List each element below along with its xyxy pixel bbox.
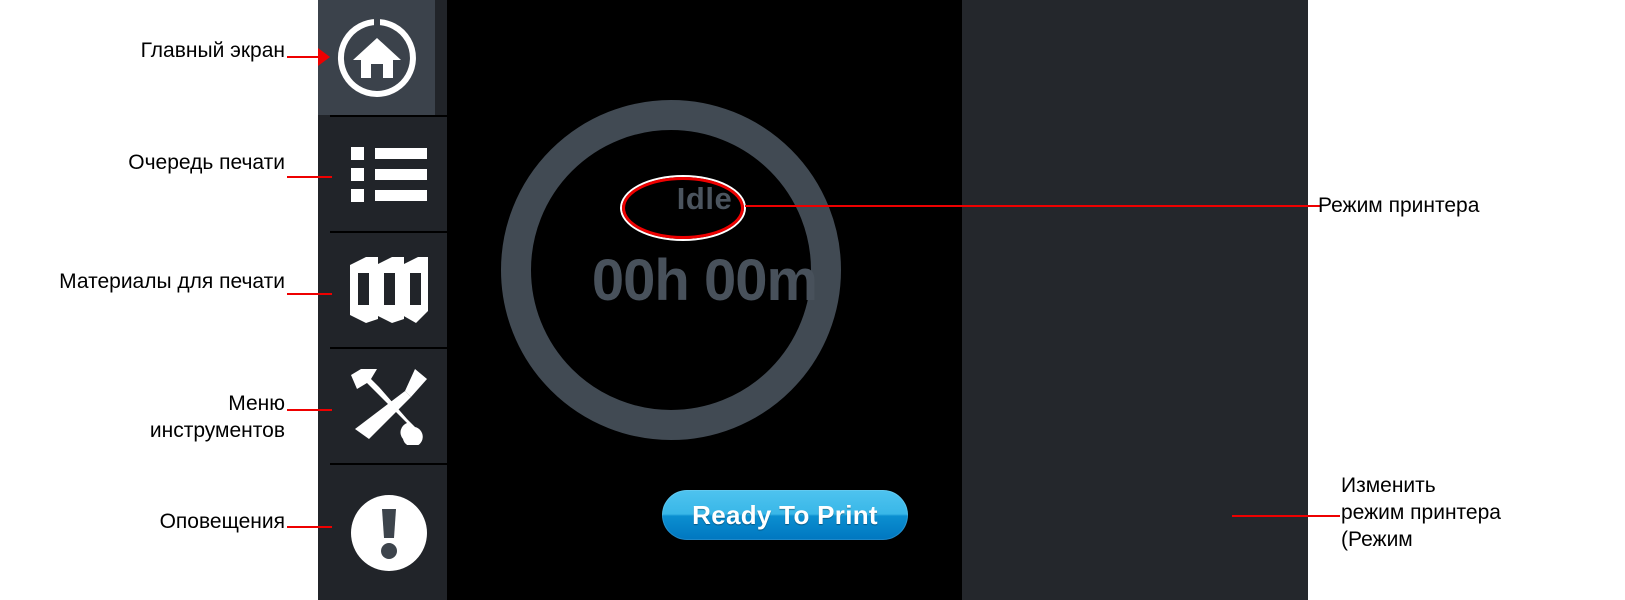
- annotation-print-queue: Очередь печати: [128, 151, 285, 174]
- print-time-remaining: 00h 00m: [591, 248, 818, 313]
- sidebar-item-alerts[interactable]: [330, 465, 447, 600]
- idle-highlight-ellipse: [622, 177, 744, 239]
- printer-touchscreen: Idle 00h 00m Ready To Print: [318, 0, 1308, 600]
- home-icon: [335, 16, 419, 100]
- list-icon: [350, 143, 427, 205]
- ready-to-print-button[interactable]: Ready To Print: [662, 490, 908, 540]
- annotation-tools: Меню инструментов: [149, 392, 285, 442]
- leader-line-printer-mode: [745, 205, 1320, 207]
- annotation-change-printer-mode: Изменить режим принтера (Режим: [1341, 474, 1501, 551]
- leader-line-change-mode: [1232, 515, 1340, 517]
- leader-line-tools: [287, 409, 332, 411]
- annotation-printer-mode: Режим принтера: [1318, 194, 1480, 217]
- leader-arrow-home: [318, 48, 330, 66]
- sidebar-item-materials[interactable]: [330, 233, 447, 347]
- leader-line-materials: [287, 293, 332, 295]
- sidebar-item-print-queue[interactable]: [330, 117, 447, 231]
- leader-line-home: [287, 56, 320, 58]
- material-spool-icon: [348, 255, 430, 325]
- tools-icon: [349, 367, 429, 445]
- annotation-alerts: Оповещения: [159, 510, 285, 533]
- annotation-materials: Материалы для печати: [59, 270, 285, 293]
- annotation-home: Главный экран: [140, 39, 285, 62]
- screenshot-root: Idle 00h 00m Ready To Print Главный экра…: [0, 0, 1625, 600]
- sidebar-item-tools[interactable]: [330, 349, 447, 463]
- alert-exclamation-icon: [350, 494, 428, 572]
- leader-line-print-queue: [287, 176, 332, 178]
- sidebar-item-home[interactable]: [318, 0, 435, 115]
- right-panel: [962, 0, 1308, 600]
- sidebar: [318, 0, 447, 600]
- leader-line-alerts: [287, 526, 332, 528]
